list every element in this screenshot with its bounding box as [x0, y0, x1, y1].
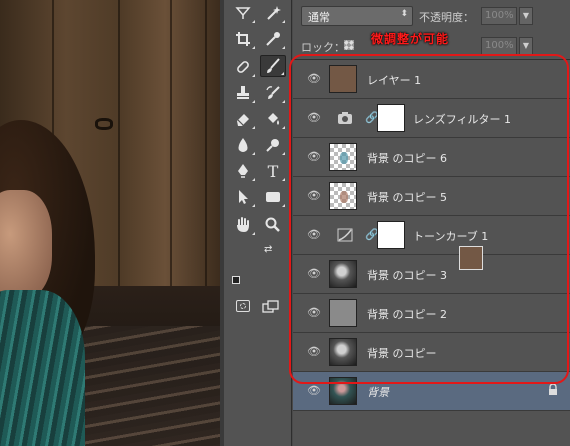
lock-transparency-icon[interactable]	[344, 40, 354, 50]
layer-row[interactable]: 👁 レイヤー 1	[293, 60, 570, 99]
layer-name: 背景 のコピー	[367, 347, 437, 360]
blur-tool-icon[interactable]	[230, 134, 256, 156]
layers-panel: 通常 ⬍ 不透明度： 100% ▼ ロック： 微調整が可能 100% ▼ 👁 レ…	[293, 0, 570, 446]
wood-plank-line	[118, 0, 120, 296]
layer-name: トーンカーブ 1	[413, 230, 489, 243]
path-selection-icon[interactable]	[230, 186, 256, 208]
fill-dropdown-button[interactable]: ▼	[519, 37, 533, 55]
screen-mode-icon[interactable]	[262, 300, 280, 317]
history-brush-icon[interactable]	[260, 82, 286, 104]
blend-mode-arrows-icon: ⬍	[400, 9, 408, 19]
visibility-eye-icon[interactable]: 👁	[307, 73, 321, 85]
eraser-icon[interactable]	[230, 108, 256, 130]
default-colors-icon[interactable]	[232, 276, 240, 284]
layer-mask-thumbnail[interactable]	[377, 104, 405, 132]
zoom-tool-icon[interactable]	[260, 214, 286, 236]
visibility-eye-icon[interactable]: 👁	[307, 307, 321, 319]
blend-mode-select[interactable]: 通常 ⬍	[301, 6, 413, 26]
layer-lock-icon	[548, 383, 558, 396]
layer-row[interactable]: 👁 背景 のコピー	[293, 333, 570, 372]
eyedropper-icon[interactable]	[260, 28, 286, 50]
layer-row-background[interactable]: 👁 背景	[293, 372, 570, 411]
brush-tool-icon[interactable]	[260, 55, 286, 77]
visibility-eye-icon[interactable]: 👁	[307, 346, 321, 358]
model-dress	[0, 290, 85, 446]
annotation-fine-tune: 微調整が可能	[371, 32, 450, 46]
text-tool-glyph: T	[267, 161, 279, 181]
curves-adjustment-icon	[337, 228, 353, 242]
layer-name: 背景	[367, 386, 389, 399]
layer-thumbnail	[329, 65, 357, 93]
opacity-label: 不透明度：	[419, 11, 474, 24]
layer-row[interactable]: 👁 🔗 レンズフィルター 1	[293, 99, 570, 138]
layer-name: 背景 のコピー 5	[367, 191, 447, 204]
opacity-input[interactable]: 100%	[481, 7, 517, 25]
tools-panel: T ⇄	[224, 0, 498, 446]
spot-healing-icon[interactable]	[230, 56, 256, 78]
lasso-tool-icon[interactable]	[230, 2, 256, 24]
layer-name: レイヤー 1	[367, 74, 422, 87]
visibility-eye-icon[interactable]: 👁	[307, 112, 321, 124]
quick-mask-icon[interactable]	[236, 300, 250, 312]
pen-tool-icon[interactable]	[230, 160, 256, 182]
model-skin	[0, 190, 52, 300]
visibility-eye-icon[interactable]: 👁	[307, 151, 321, 163]
photo-filter-adjustment-icon	[337, 111, 353, 125]
layer-thumbnail	[329, 338, 357, 366]
rectangle-tool-icon[interactable]	[260, 186, 286, 208]
visibility-eye-icon[interactable]: 👁	[307, 229, 321, 241]
dodge-tool-icon[interactable]	[260, 134, 286, 156]
lock-label: ロック：	[301, 41, 345, 54]
layer-name: レンズフィルター 1	[413, 113, 512, 126]
layer-mask-thumbnail[interactable]	[377, 221, 405, 249]
wood-plank-line	[205, 0, 207, 296]
visibility-eye-icon[interactable]: 👁	[307, 190, 321, 202]
layer-thumbnail	[329, 182, 357, 210]
layer-row[interactable]: 👁 背景 のコピー 5	[293, 177, 570, 216]
layer-thumbnail	[329, 377, 357, 405]
wood-plank-line	[170, 0, 172, 296]
layer-row[interactable]: 👁 🔗 トーンカーブ 1	[293, 216, 570, 255]
layer-thumbnail	[329, 299, 357, 327]
blend-mode-value: 通常	[308, 11, 330, 24]
magic-wand-icon[interactable]	[260, 2, 286, 24]
layer-name: 背景 のコピー 2	[367, 308, 447, 321]
clone-stamp-icon[interactable]	[230, 82, 256, 104]
layer-row[interactable]: 👁 背景 のコピー 3	[293, 255, 570, 294]
document-canvas[interactable]	[0, 0, 220, 446]
layer-row[interactable]: 👁 背景 のコピー 2	[293, 294, 570, 333]
paint-bucket-icon[interactable]	[260, 108, 286, 130]
crop-tool-icon[interactable]	[230, 28, 256, 50]
opacity-dropdown-button[interactable]: ▼	[519, 7, 533, 25]
layer-thumbnail	[329, 143, 357, 171]
visibility-eye-icon[interactable]: 👁	[307, 385, 321, 397]
fill-input[interactable]: 100%	[481, 37, 517, 55]
swap-colors-icon[interactable]: ⇄	[264, 244, 272, 255]
layer-name: 背景 のコピー 6	[367, 152, 447, 165]
door-handle	[95, 118, 113, 130]
layer-list: 👁 レイヤー 1 👁 🔗 レンズフィルター 1 👁 背景 のコピー 6 👁 背景…	[293, 60, 570, 411]
layer-name: 背景 のコピー 3	[367, 269, 447, 282]
layers-options-bar: 通常 ⬍ 不透明度： 100% ▼ ロック： 微調整が可能 100% ▼	[293, 0, 570, 60]
foreground-color-swatch[interactable]	[459, 246, 483, 270]
layer-thumbnail	[329, 260, 357, 288]
hand-tool-icon[interactable]	[230, 214, 256, 236]
layer-row[interactable]: 👁 背景 のコピー 6	[293, 138, 570, 177]
visibility-eye-icon[interactable]: 👁	[307, 268, 321, 280]
text-tool-icon[interactable]: T	[260, 160, 286, 182]
